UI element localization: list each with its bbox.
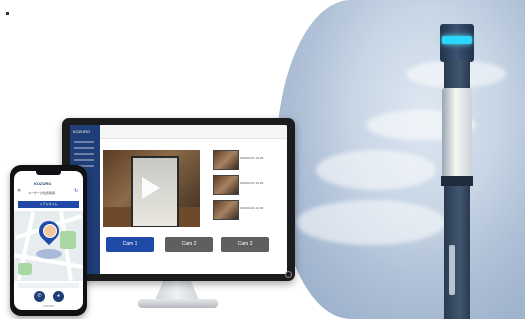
location-halo (36, 249, 62, 259)
lamp-led-ring (442, 36, 472, 44)
lamp-light (442, 88, 472, 178)
sidebar-item[interactable] (74, 141, 94, 143)
sidebar-item[interactable] (74, 153, 94, 155)
lamp-slot (449, 245, 455, 295)
thumbnail-1[interactable] (213, 150, 239, 170)
phone-screen: KOZURO ✕ ユーザーの位置情報 ↻ リアルタイム ✆ ● (14, 171, 83, 310)
product-scene: KOZURO 2020/01/01 10:28 2020/01/01 10:29… (0, 0, 525, 319)
phone-title: ユーザーの位置情報 (28, 191, 55, 195)
user-avatar (43, 224, 57, 238)
monitor: KOZURO 2020/01/01 10:28 2020/01/01 10:29… (62, 118, 295, 281)
sidebar-item[interactable] (74, 147, 94, 149)
cam-2-button[interactable]: Cam 2 (165, 237, 213, 252)
phone-icon[interactable]: ✆ (34, 291, 45, 302)
thumbnail-2[interactable] (213, 175, 239, 195)
video-player[interactable] (103, 150, 200, 227)
location-map[interactable] (14, 211, 83, 281)
cam-3-button[interactable]: Cam 3 (221, 237, 269, 252)
camera-icon[interactable]: ● (53, 291, 64, 302)
thumbnail-label: 2020/01/01 10:29 (240, 181, 264, 185)
power-icon[interactable] (285, 271, 292, 278)
lamp-band (441, 176, 473, 186)
monitor-stand-base (138, 299, 218, 308)
phone-logo: KOZURO (34, 181, 52, 186)
thumbnail-3[interactable] (213, 200, 239, 220)
sky-background (276, 0, 525, 319)
home-indicator (43, 305, 54, 307)
sidebar-logo: KOZURO (73, 129, 91, 134)
thumbnail-label: 2020/01/01 10:30 (240, 206, 264, 210)
cam-1-button[interactable]: Cam 1 (106, 237, 154, 252)
sidebar-item[interactable] (74, 159, 94, 161)
play-icon[interactable] (142, 177, 160, 199)
monitor-screen: KOZURO 2020/01/01 10:28 2020/01/01 10:29… (70, 125, 287, 274)
refresh-icon[interactable]: ↻ (74, 188, 78, 194)
phone-notch (36, 171, 61, 175)
smartphone: KOZURO ✕ ユーザーの位置情報 ↻ リアルタイム ✆ ● (10, 165, 87, 316)
corner-mark (6, 12, 9, 15)
close-icon[interactable]: ✕ (17, 188, 21, 194)
location-info-bar (18, 283, 79, 288)
thumbnail-label: 2020/01/01 10:28 (240, 156, 264, 160)
realtime-banner[interactable]: リアルタイム (18, 201, 79, 208)
app-topbar (100, 125, 287, 139)
